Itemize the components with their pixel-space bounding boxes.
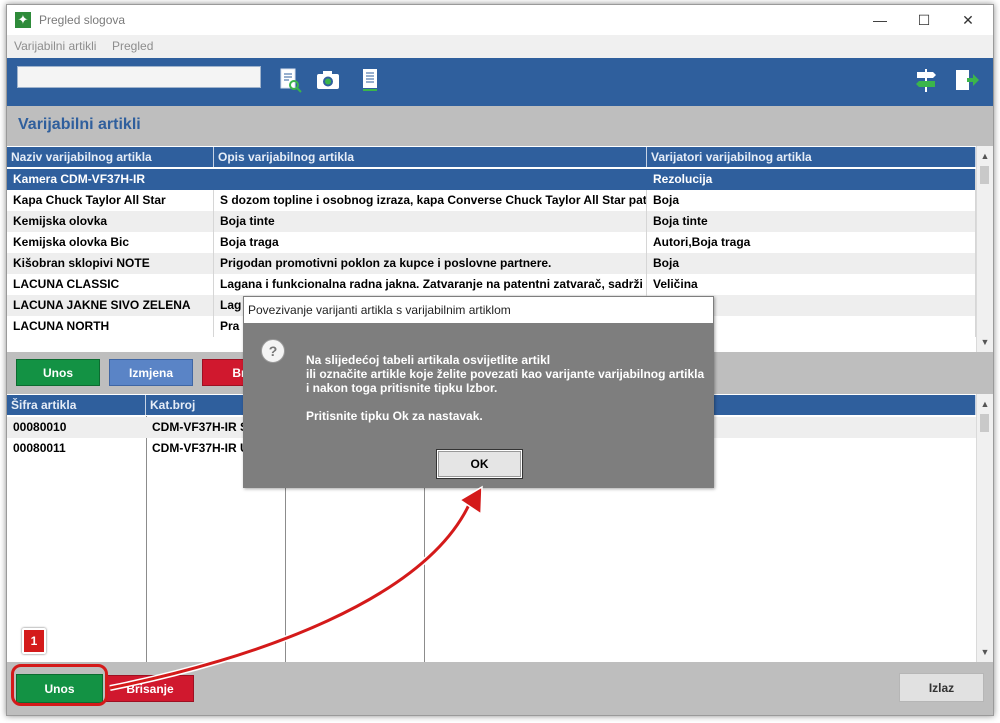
annotation-highlight-ring bbox=[11, 664, 108, 706]
annotation-arrow bbox=[109, 485, 483, 691]
annotation-badge: 1 bbox=[22, 628, 46, 654]
